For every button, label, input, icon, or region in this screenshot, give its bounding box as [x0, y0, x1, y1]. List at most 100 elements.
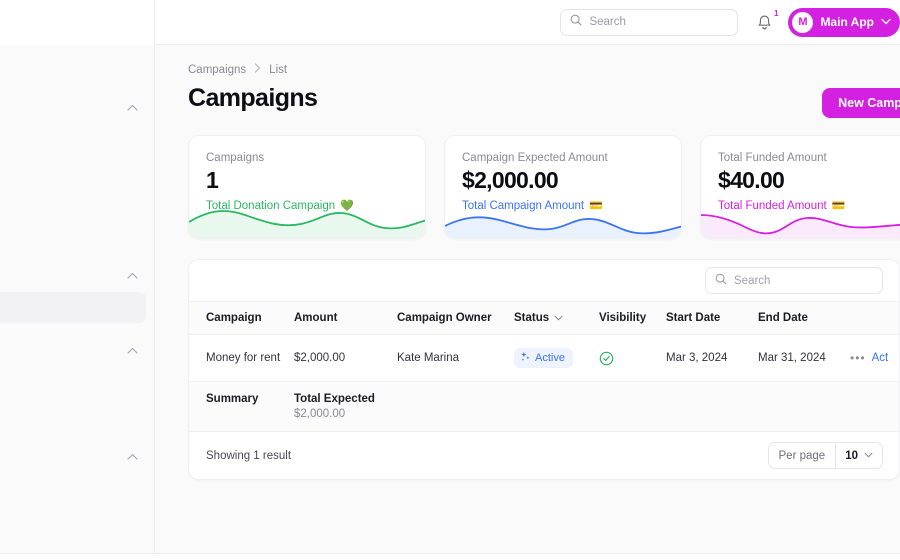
sidebar-item-requests[interactable]: e Requests [0, 49, 154, 80]
column-header-visibility[interactable]: Visibility [599, 301, 666, 335]
cell-visibility [599, 334, 666, 382]
chevron-up-icon [127, 104, 138, 113]
results-count: Showing 1 result [206, 449, 292, 462]
brand-logo[interactable]: irlce [0, 0, 154, 45]
column-header-actions [850, 301, 899, 335]
row-actions-label[interactable]: Act [872, 352, 889, 364]
breadcrumb-root[interactable]: Campaigns [188, 64, 246, 76]
sidebar-item-templates[interactable]: es [0, 473, 154, 504]
column-label: Amount [294, 312, 338, 324]
column-label: Status [514, 312, 550, 324]
cell-actions[interactable]: ••• Act [850, 334, 899, 382]
stat-card-value: $2,000.00 [462, 167, 559, 193]
sidebar-group-providers[interactable]: viders [0, 336, 154, 367]
stat-card-label: Campaigns [206, 152, 265, 164]
stat-card-label: Campaign Expected Amount [462, 152, 608, 164]
table-summary-row: Summary Total Expected $2,000.00 [189, 381, 899, 432]
sparkline-green [189, 210, 425, 238]
sparkle-icon [520, 351, 531, 365]
cell-end-date: Mar 31, 2024 [758, 334, 850, 382]
column-header-campaign-owner[interactable]: Campaign Owner [397, 301, 514, 335]
campaigns-table: Campaign Amount Campaign Owner Status Vi… [189, 301, 899, 432]
table-body: Money for rent $2,000.00 Kate Marina Act… [189, 334, 899, 432]
column-label: Campaign [206, 312, 262, 324]
sidebar-item-webhooks[interactable]: ks [0, 504, 154, 535]
topbar: Search 1 M Main App [155, 0, 900, 45]
status-badge: Active [514, 348, 573, 368]
per-page-label: Per page [778, 449, 826, 462]
global-search-input[interactable]: Search [560, 8, 739, 36]
breadcrumb: Campaigns List [188, 63, 900, 76]
notification-badge: 1 [773, 9, 779, 18]
more-options-icon[interactable]: ••• [850, 351, 866, 365]
sidebar-item-providers[interactable]: viders [0, 367, 154, 398]
column-label: Visibility [599, 312, 647, 324]
stat-card-expected-amount: Campaign Expected Amount $2,000.00 Total… [444, 135, 682, 239]
table-head: Campaign Amount Campaign Owner Status Vi… [189, 301, 899, 335]
status-badge-label: Active [535, 352, 565, 364]
stat-card-value: $40.00 [718, 167, 785, 193]
summary-total-expected: Total Expected $2,000.00 [294, 381, 899, 432]
notifications-button[interactable]: 1 [756, 9, 778, 36]
chevron-up-icon [127, 347, 138, 356]
column-header-status[interactable]: Status [514, 301, 599, 335]
sidebar-nav: e Requests eivers e Receivers stones ani… [0, 45, 154, 535]
chevron-down-icon [881, 17, 891, 28]
visible-check-icon [599, 351, 666, 366]
sidebar-group-receivers[interactable]: eivers [0, 93, 154, 124]
bottom-strip [0, 553, 900, 560]
sidebar-group-campaigns[interactable]: s [0, 261, 154, 292]
chevron-right-icon [254, 63, 261, 76]
page-title: Campaigns [188, 84, 318, 112]
sidebar-item-campaigns[interactable]: mpaigns [0, 292, 146, 323]
chevron-up-icon [127, 272, 138, 281]
per-page-select[interactable]: Per page 10 [767, 442, 883, 469]
per-page-value: 10 [845, 449, 858, 462]
row-actions[interactable]: ••• Act [850, 351, 899, 365]
app-switcher-button[interactable]: M Main App [788, 7, 900, 37]
sidebar-item-receivers[interactable]: e Receivers [0, 124, 154, 155]
sidebar-item-invitations[interactable]: tations [0, 217, 154, 248]
sidebar: irlce e Requests eivers e Receivers ston… [0, 0, 155, 560]
table-search-input[interactable]: Search [705, 267, 883, 294]
summary-value: $2,000.00 [294, 408, 346, 420]
sidebar-item-provider-invitations[interactable]: tations [0, 398, 154, 429]
summary-label: Summary [189, 381, 294, 432]
sidebar-item-organizations[interactable]: anizations [0, 186, 154, 217]
sparkline-blue [445, 216, 681, 238]
bell-icon [756, 15, 773, 36]
column-header-end-date[interactable]: End Date [758, 301, 850, 335]
stat-cards: Campaigns 1 Total Donation Campaign 💚 Ca… [188, 135, 900, 239]
chevron-down-icon[interactable] [554, 312, 563, 324]
cell-amount: $2,000.00 [294, 334, 397, 382]
search-icon [715, 272, 727, 290]
chevron-up-icon [127, 453, 138, 462]
new-campaign-button[interactable]: New Camp [822, 88, 900, 118]
stat-card-label: Total Funded Amount [718, 152, 827, 164]
table-footer: Showing 1 result Per page 10 [189, 432, 899, 479]
search-icon [570, 13, 582, 31]
table-search-placeholder: Search [734, 274, 771, 287]
sidebar-group-settings[interactable] [0, 442, 154, 473]
per-page-value-wrap[interactable]: 10 [835, 443, 882, 468]
column-header-start-date[interactable]: Start Date [666, 301, 758, 335]
sidebar-item-milestones[interactable]: stones [0, 155, 154, 186]
page-header: Campaigns [188, 84, 900, 113]
column-header-campaign[interactable]: Campaign [189, 301, 294, 335]
app-switcher-label: Main App [820, 15, 874, 29]
main-content: Campaigns List Campaigns New Camp Campai… [155, 45, 900, 560]
column-header-amount[interactable]: Amount [294, 301, 397, 335]
cell-start-date: Mar 3, 2024 [666, 334, 758, 382]
table-row[interactable]: Money for rent $2,000.00 Kate Marina Act… [189, 334, 899, 382]
new-campaign-label: New Camp [838, 96, 900, 110]
column-label: Campaign Owner [397, 312, 492, 324]
cell-status: Active [514, 334, 599, 382]
campaigns-table-panel: Search Campaign Amount Campaign Owner St… [188, 259, 900, 480]
column-label: End Date [758, 312, 808, 324]
stat-card-value: 1 [206, 167, 219, 193]
column-label: Start Date [666, 312, 721, 324]
